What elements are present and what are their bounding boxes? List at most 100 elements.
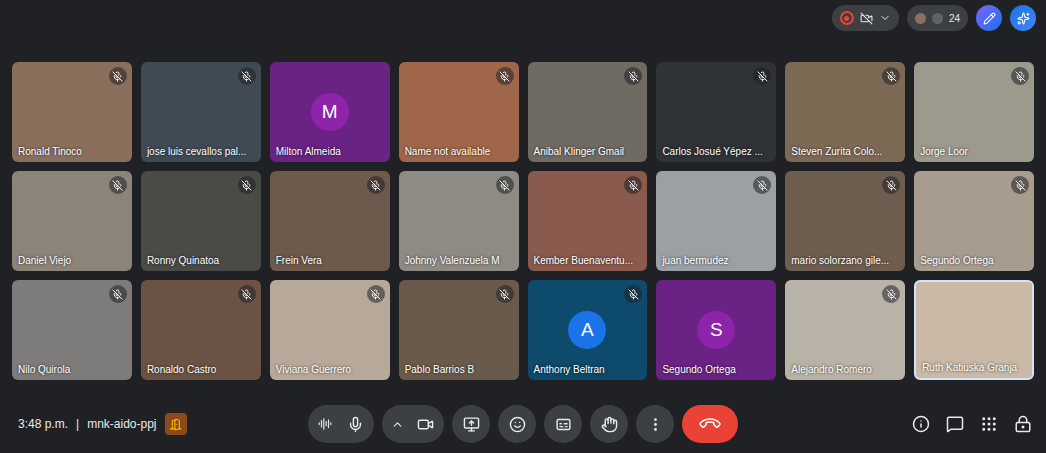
participant-name: Daniel Viejo — [18, 255, 128, 267]
mic-off-icon — [628, 289, 639, 300]
participant-tile[interactable]: Nilo Quirola — [12, 280, 132, 380]
meeting-badge[interactable] — [165, 413, 187, 435]
mic-control[interactable] — [308, 405, 374, 443]
door-icon — [169, 418, 182, 431]
mic-off-icon — [112, 71, 123, 82]
participant-tile[interactable]: AAnthony Beltran — [528, 280, 648, 380]
participant-tile[interactable]: Kember Buenaventu... — [528, 171, 648, 271]
participant-tile[interactable]: Alejandro Romero — [785, 280, 905, 380]
participant-avatar: A — [568, 311, 606, 349]
gemini-button[interactable] — [1010, 5, 1036, 31]
side-controls — [912, 415, 1032, 433]
muted-badge — [624, 176, 642, 194]
raise-hand-button[interactable] — [590, 405, 628, 443]
muted-badge — [1011, 176, 1029, 194]
top-bar: 24 — [0, 0, 1046, 36]
participant-tile[interactable]: Ronny Quinatoa — [141, 171, 261, 271]
more-button[interactable] — [636, 405, 674, 443]
mic-off-icon — [241, 180, 252, 191]
participant-name: Frein Vera — [276, 255, 386, 267]
reactions-button[interactable] — [498, 405, 536, 443]
camera-off-icon — [860, 12, 873, 25]
participant-tile[interactable]: Frein Vera — [270, 171, 390, 271]
muted-badge — [882, 285, 900, 303]
mic-off-icon — [112, 289, 123, 300]
sparkle-icon — [1017, 12, 1030, 25]
muted-badge — [496, 285, 514, 303]
mic-off-icon — [886, 71, 897, 82]
captions-button[interactable] — [544, 405, 582, 443]
mic-off-icon — [112, 180, 123, 191]
participant-tile[interactable]: Carlos Josué Yépez ... — [656, 62, 776, 162]
participant-name: Kember Buenaventu... — [534, 255, 644, 267]
record-icon — [840, 11, 854, 25]
participant-tile[interactable]: Johnny Valenzuela M — [399, 171, 519, 271]
participant-tile[interactable]: Jorge Loor — [914, 62, 1034, 162]
participant-tile[interactable]: Ruth Katiuska Granja — [914, 280, 1034, 380]
participant-name: Steven Zurita Colo... — [791, 146, 901, 158]
chevron-up-icon — [391, 418, 404, 431]
participant-tile[interactable]: S Segundo Ortega — [656, 280, 776, 380]
bottom-bar: 3:48 p.m.|mnk-aido-ppj — [0, 401, 1046, 453]
participant-name: Nilo Quirola — [18, 364, 128, 376]
participant-count: 24 — [949, 13, 960, 24]
participant-avatar: M — [311, 93, 349, 131]
participant-tile[interactable]: Name not available — [399, 62, 519, 162]
participant-name: Anibal Klinger Gmail — [534, 146, 644, 158]
info-icon[interactable] — [912, 415, 930, 433]
participant-name: Segundo Ortega — [920, 255, 1030, 267]
muted-badge — [109, 285, 127, 303]
participant-tile[interactable]: Ronaldo Castro — [141, 280, 261, 380]
pencil-icon — [983, 12, 996, 25]
captions-icon — [555, 416, 572, 433]
mic-off-icon — [1015, 180, 1026, 191]
participant-tile[interactable]: Viviana Guerrero — [270, 280, 390, 380]
notes-button[interactable] — [976, 5, 1002, 31]
muted-badge — [238, 176, 256, 194]
mic-off-icon — [370, 289, 381, 300]
muted-badge — [882, 67, 900, 85]
muted-badge — [238, 67, 256, 85]
hand-icon — [601, 416, 618, 433]
muted-badge — [496, 176, 514, 194]
mic-off-icon — [499, 180, 510, 191]
meeting-details: 3:48 p.m.|mnk-aido-ppj — [18, 413, 308, 435]
present-button[interactable] — [452, 405, 490, 443]
participant-tile[interactable]: Segundo Ortega — [914, 171, 1034, 271]
chat-icon[interactable] — [946, 415, 964, 433]
participant-name: Segundo Ortega — [662, 364, 772, 376]
mic-off-icon — [499, 71, 510, 82]
participant-tile[interactable]: jose luis cevallos pal... — [141, 62, 261, 162]
participants-pill[interactable]: 24 — [907, 5, 968, 31]
activities-icon[interactable] — [980, 415, 998, 433]
muted-badge — [624, 285, 642, 303]
camera-control[interactable] — [382, 405, 444, 443]
participant-tile[interactable]: Ronald Tinoco — [12, 62, 132, 162]
mic-off-icon — [757, 71, 768, 82]
participant-tile[interactable]: Steven Zurita Colo... — [785, 62, 905, 162]
hang-up-icon — [697, 411, 722, 436]
muted-badge — [367, 285, 385, 303]
participant-name: Johnny Valenzuela M — [405, 255, 515, 267]
participant-name: Carlos Josué Yépez ... — [662, 146, 772, 158]
participant-tile[interactable]: juan bermudez — [656, 171, 776, 271]
participant-name: jose luis cevallos pal... — [147, 146, 257, 158]
participant-tile[interactable]: MMilton Almeida — [270, 62, 390, 162]
participant-tile[interactable]: Anibal Klinger Gmail — [528, 62, 648, 162]
participant-name: Ronaldo Castro — [147, 364, 257, 376]
participant-tile[interactable]: Daniel Viejo — [12, 171, 132, 271]
meet-window: 24 Ronald Tinoco jose luis cevallos pal...… — [0, 0, 1046, 453]
participant-name: Viviana Guerrero — [276, 364, 386, 376]
mic-off-icon — [886, 180, 897, 191]
camera-icon — [417, 416, 434, 433]
audio-level-icon — [318, 417, 332, 431]
recording-pill[interactable] — [832, 5, 899, 31]
participant-avatar: S — [697, 311, 735, 349]
participant-tile[interactable]: mario solorzano gile... — [785, 171, 905, 271]
leave-call-button[interactable] — [682, 405, 738, 443]
participant-name: Jorge Loor — [920, 146, 1030, 158]
muted-badge — [753, 176, 771, 194]
participant-tile[interactable]: Pablo Barrios B — [399, 280, 519, 380]
host-controls-icon[interactable] — [1014, 415, 1032, 433]
participant-name: Ronald Tinoco — [18, 146, 128, 158]
